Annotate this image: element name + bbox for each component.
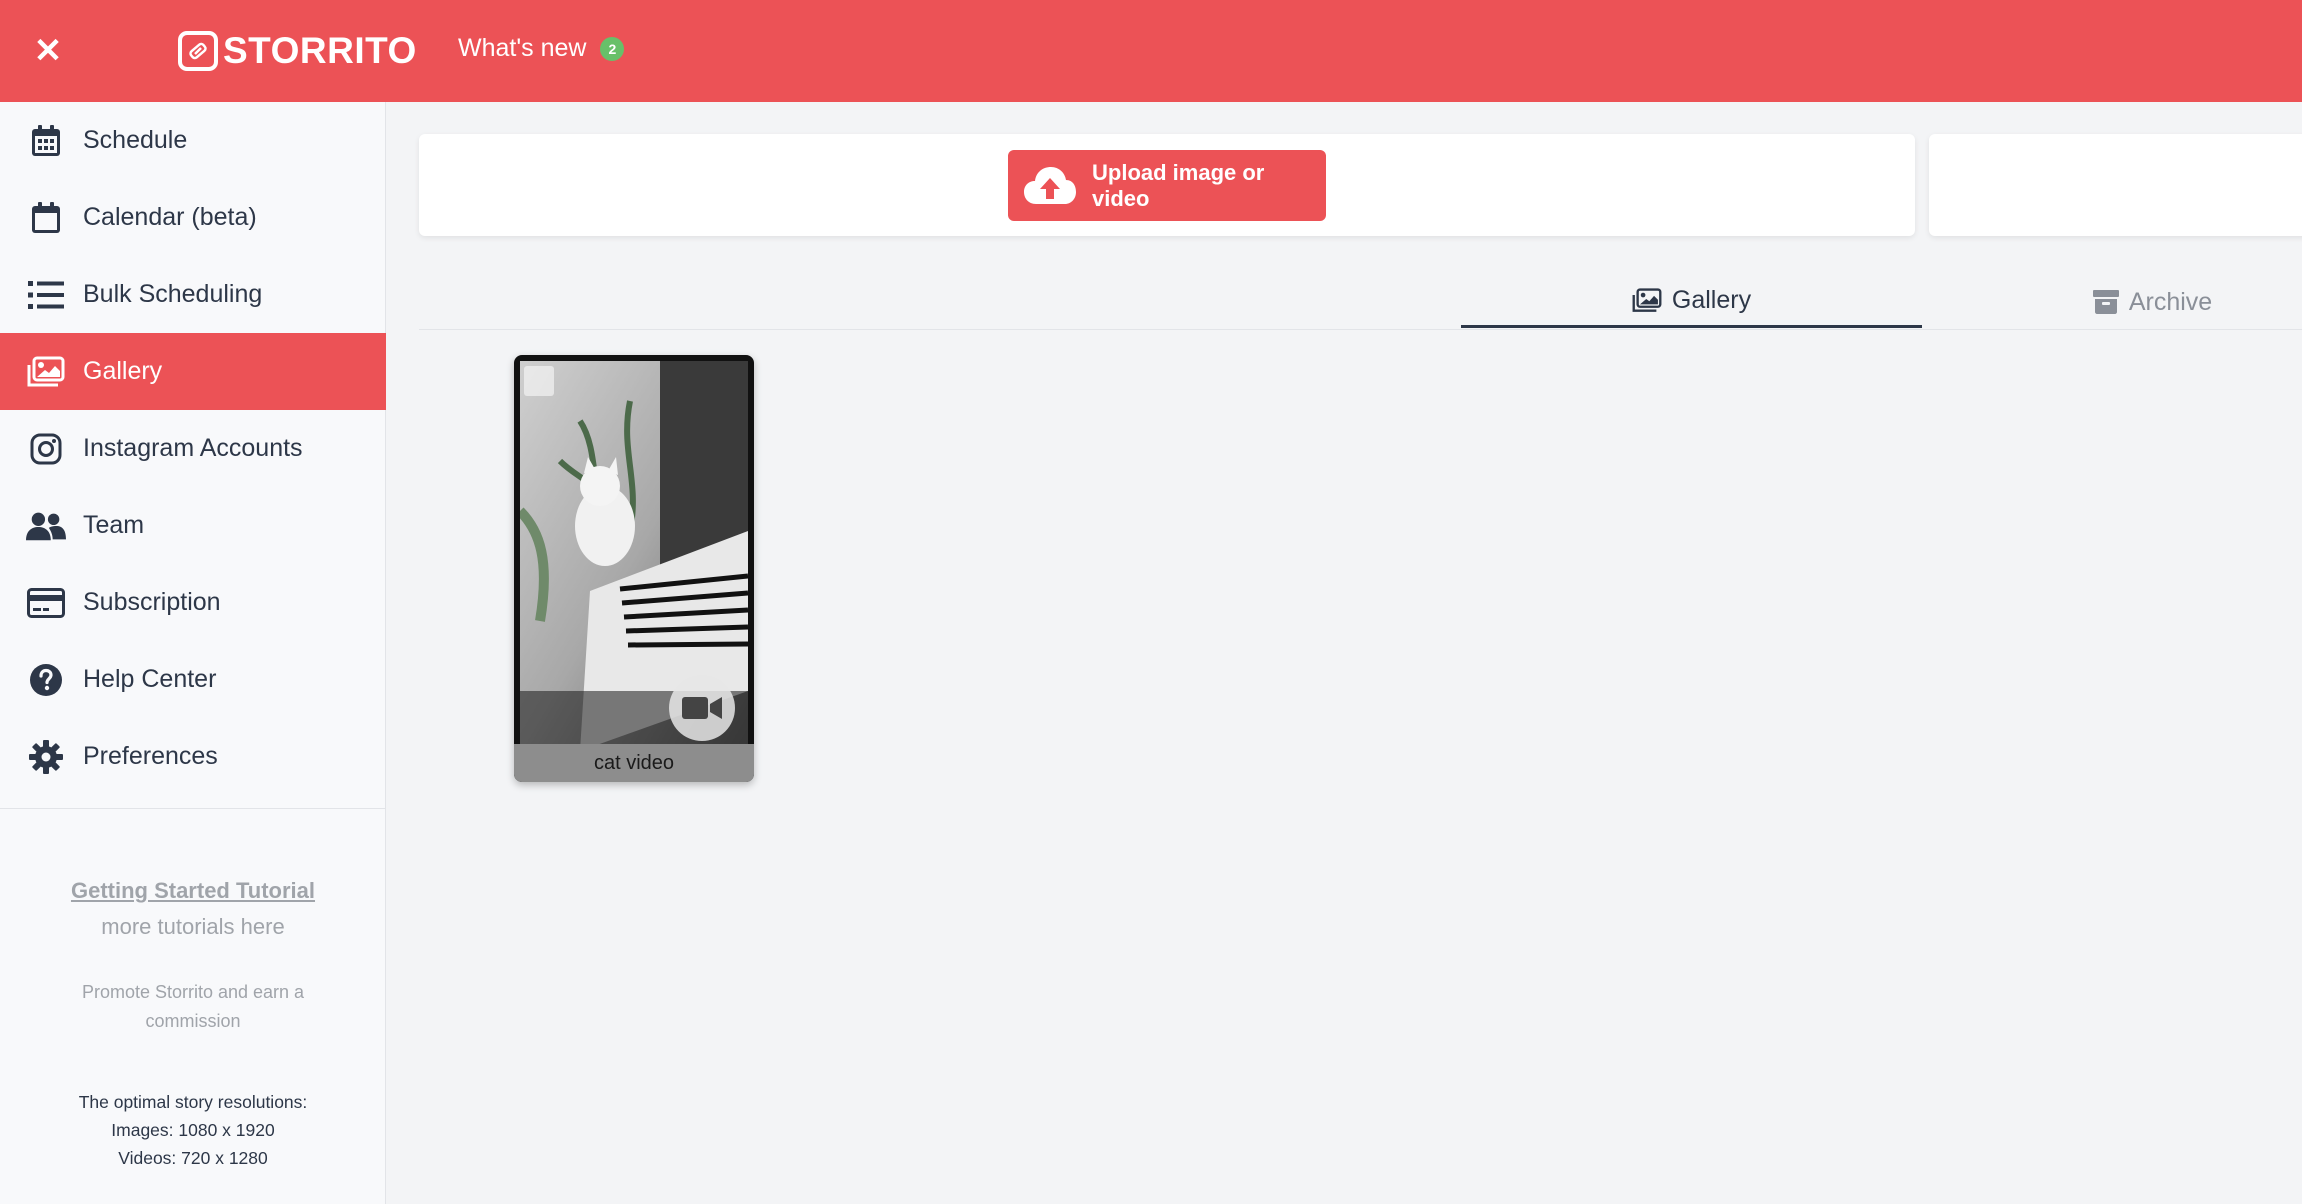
sidebar-item-instagram-accounts[interactable]: Instagram Accounts	[0, 410, 386, 487]
logo[interactable]: STORRITO	[178, 28, 417, 74]
sidebar-divider	[0, 808, 386, 809]
resolutions-videos: Videos: 720 x 1280	[118, 1148, 268, 1168]
sidebar-item-label: Team	[83, 511, 145, 539]
getting-started-tutorial-link[interactable]: Getting Started Tutorial	[0, 878, 386, 904]
sidebar-item-label: Subscription	[83, 588, 221, 616]
question-circle-icon	[26, 660, 66, 700]
video-camera-icon	[669, 675, 735, 741]
whats-new-count-badge: 2	[600, 36, 625, 61]
sidebar-item-label: Instagram Accounts	[83, 434, 303, 462]
gallery-item[interactable]: cat video	[514, 355, 754, 782]
sidebar-item-team[interactable]: Team	[0, 487, 386, 564]
sidebar-item-label: Gallery	[83, 357, 163, 385]
brand-name: STORRITO	[223, 30, 417, 71]
sidebar-item-help-center[interactable]: Help Center	[0, 641, 386, 718]
sidebar-item-label: Preferences	[83, 742, 218, 770]
resolutions-title: The optimal story resolutions:	[78, 1092, 308, 1112]
sidebar-item-preferences[interactable]: Preferences	[0, 718, 386, 795]
resolutions-images: Images: 1080 x 1920	[111, 1120, 275, 1140]
images-icon	[1632, 288, 1662, 313]
storrito-logo-icon	[178, 31, 218, 71]
whats-new-link[interactable]: What's new 2	[458, 34, 625, 63]
calendar-icon	[26, 198, 66, 238]
close-sidebar-button[interactable]: ✕	[28, 27, 68, 75]
gear-icon	[26, 737, 66, 777]
sidebar-item-subscription[interactable]: Subscription	[0, 564, 386, 641]
instagram-icon	[26, 429, 66, 469]
secondary-panel	[1929, 134, 2302, 236]
sidebar: Schedule Calendar (beta) Bulk Scheduling…	[0, 102, 386, 1204]
gallery-item-caption: cat video	[514, 744, 754, 782]
sidebar-item-label: Help Center	[83, 665, 217, 693]
top-bar: ✕ STORRITO What's new 2	[0, 0, 2302, 102]
whats-new-label: What's new	[458, 34, 587, 62]
archive-icon	[2092, 290, 2119, 314]
sidebar-item-label: Schedule	[83, 126, 188, 154]
sidebar-item-label: Bulk Scheduling	[83, 280, 263, 308]
upload-button[interactable]: Upload image or video	[1008, 150, 1326, 221]
sidebar-item-schedule[interactable]: Schedule	[0, 102, 386, 179]
tab-gallery-label: Gallery	[1671, 286, 1752, 314]
tabs-divider	[419, 329, 2302, 330]
sidebar-item-calendar[interactable]: Calendar (beta)	[0, 179, 386, 256]
story-resolutions-info: The optimal story resolutions: Images: 1…	[0, 1088, 386, 1172]
select-checkbox[interactable]	[524, 366, 554, 396]
list-icon	[26, 275, 66, 315]
upload-button-label: Upload image or video	[1092, 159, 1265, 211]
tab-archive[interactable]: Archive	[1922, 276, 2302, 328]
sidebar-item-bulk-scheduling[interactable]: Bulk Scheduling	[0, 256, 386, 333]
tab-gallery[interactable]: Gallery	[1461, 276, 1922, 328]
credit-card-icon	[26, 583, 66, 623]
more-tutorials-text: more tutorials here	[101, 914, 285, 939]
promote-link[interactable]: Promote Storrito and earn a commission	[60, 978, 326, 1036]
images-icon	[26, 352, 66, 392]
sidebar-item-gallery[interactable]: Gallery	[0, 333, 386, 410]
users-icon	[26, 506, 66, 546]
calendar-grid-icon	[26, 121, 66, 161]
tab-archive-label: Archive	[2128, 287, 2213, 316]
cloud-upload-icon	[1022, 164, 1078, 208]
sidebar-item-label: Calendar (beta)	[83, 203, 257, 231]
